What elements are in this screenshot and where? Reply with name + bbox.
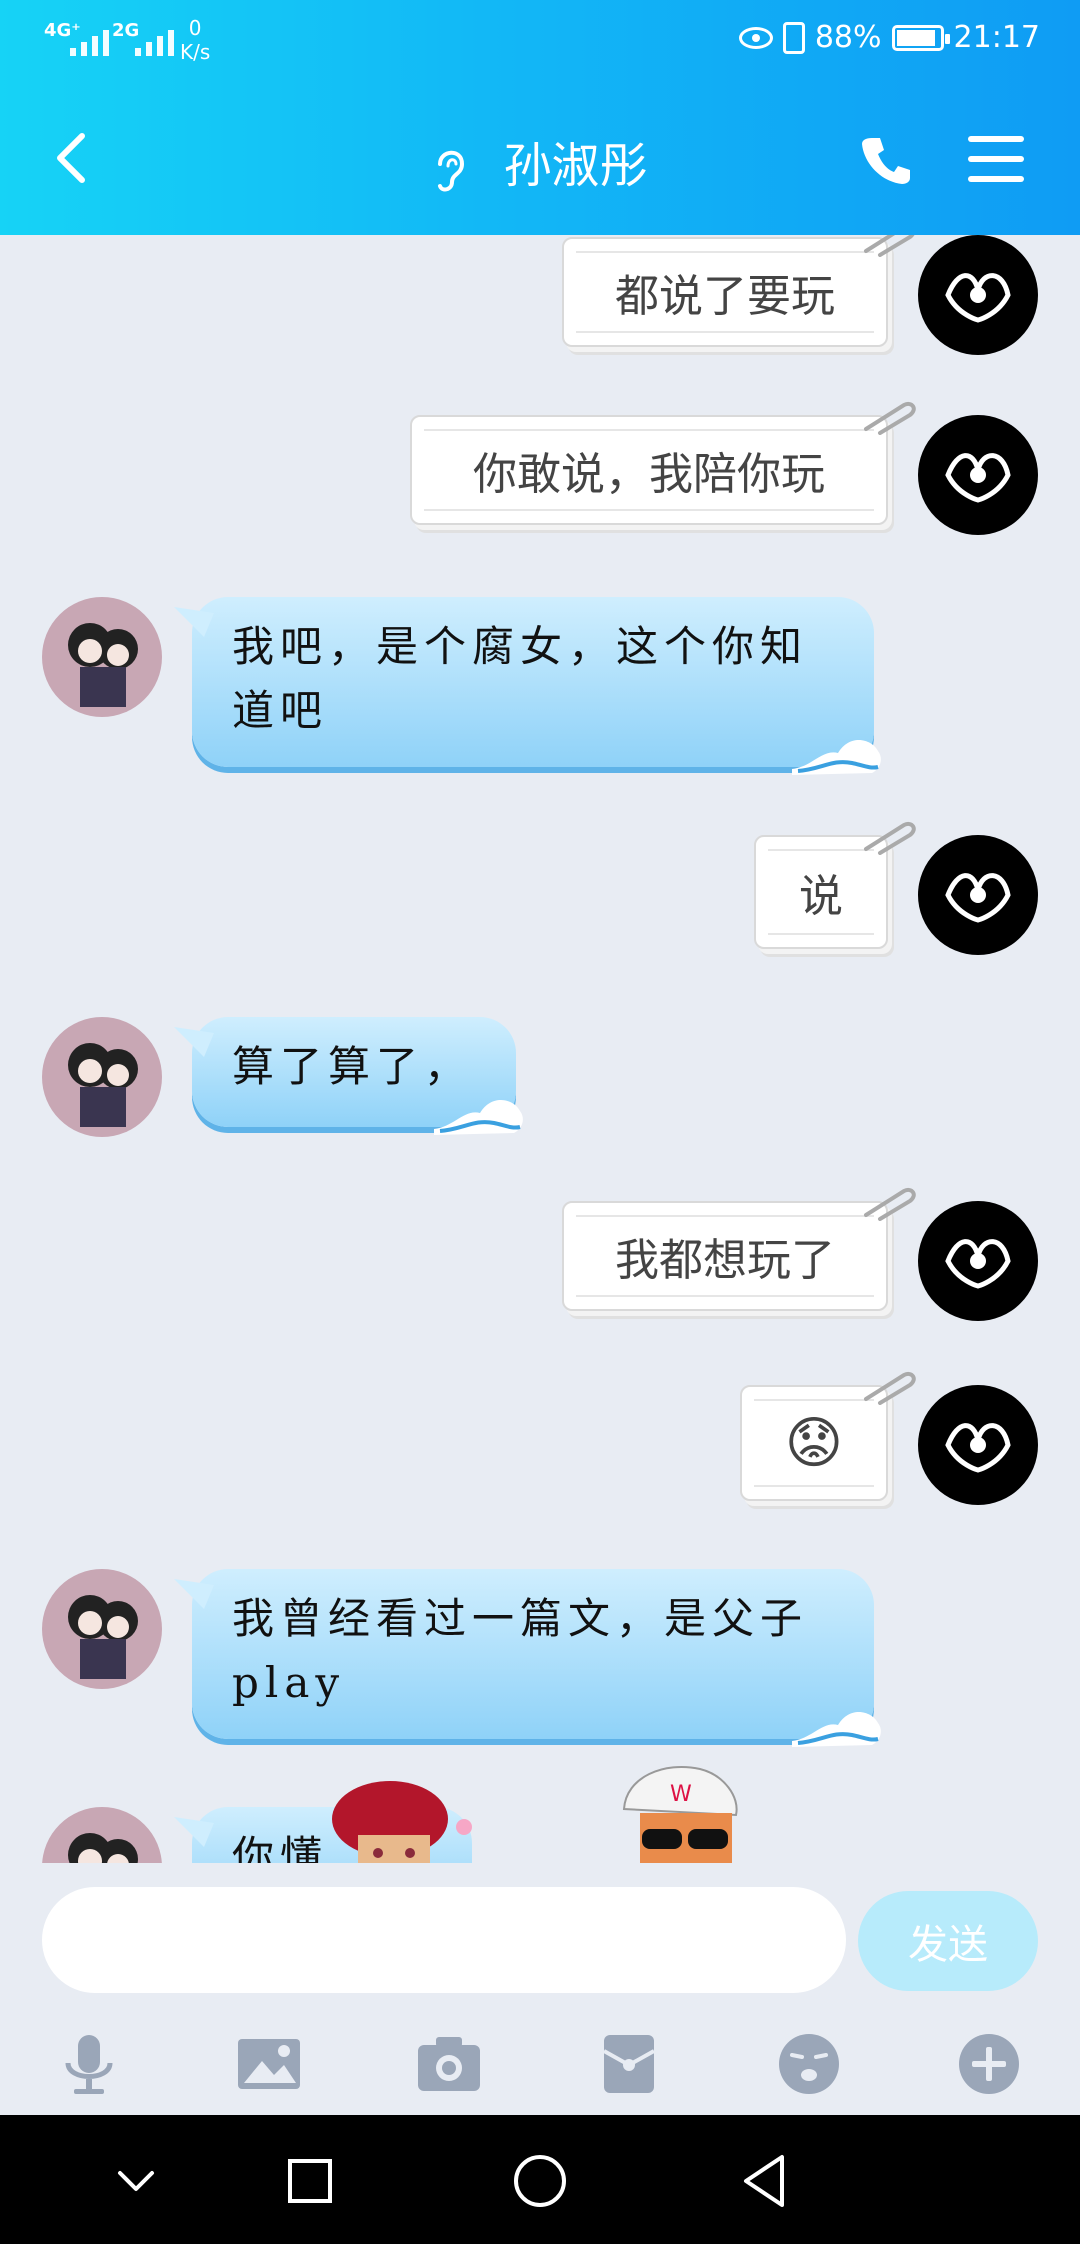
input-toolbar (0, 2013, 1080, 2115)
contact-avatar-art (68, 623, 138, 707)
battery-percent: 88% (814, 20, 882, 55)
my-avatar-art (945, 1239, 1011, 1289)
paperclip-icon (864, 822, 916, 855)
top-header: 4G⁺ 2G 0 K/s 88% 21:17 孙淑彤 (0, 0, 1080, 235)
boy-sticker: W (622, 1765, 738, 1863)
red-packet-icon[interactable] (594, 2029, 664, 2099)
paperclip-icon (864, 235, 915, 257)
ear-icon (438, 150, 465, 192)
bubble-tail (174, 1817, 214, 1847)
contact-avatar-art (68, 1833, 138, 1863)
my-avatar-art (945, 873, 1011, 923)
network-speed: 0 K/s (180, 16, 211, 64)
contact-name: 孙淑彤 (503, 138, 648, 194)
my-emoji-bubble[interactable]: 😟 (740, 1372, 916, 1501)
system-nav-bar (0, 2115, 1080, 2244)
camera-icon[interactable] (414, 2029, 484, 2099)
plus-icon[interactable] (954, 2029, 1024, 2099)
girl-sticker (332, 1781, 472, 1863)
contact-avatar-art (68, 1043, 138, 1127)
back-triangle-icon[interactable] (736, 2149, 800, 2213)
menu-icon[interactable] (968, 134, 1024, 184)
my-avatar[interactable] (918, 415, 1038, 535)
paperclip-icon (864, 1188, 916, 1221)
wave-decoration-icon (792, 739, 881, 775)
my-message-bubble[interactable]: 你敢说，我陪你玩 (410, 402, 916, 525)
wave-decoration-icon (792, 1711, 881, 1747)
input-bar: 发送 (0, 1863, 1080, 2013)
confused-face-emoji: 😟 (784, 1410, 844, 1476)
my-avatar[interactable] (918, 235, 1038, 355)
signal-bars-1 (70, 26, 109, 56)
contact-avatar[interactable] (42, 1807, 162, 1863)
send-button[interactable]: 发送 (858, 1891, 1038, 1991)
my-avatar[interactable] (918, 1201, 1038, 1321)
contact-avatar[interactable] (42, 1017, 162, 1137)
my-message-bubble[interactable]: 都说了要玩 (562, 235, 915, 347)
chat-title[interactable]: 孙淑彤 (0, 126, 1080, 196)
contact-avatar-art (68, 1595, 138, 1679)
signal-bars-2 (135, 26, 174, 56)
vibrate-icon (782, 21, 805, 54)
my-avatar-art (945, 1423, 1011, 1473)
my-message-bubble[interactable]: 我都想玩了 (562, 1188, 916, 1311)
nav-bar: 孙淑彤 (0, 86, 1080, 235)
recent-apps-icon[interactable] (278, 2149, 342, 2213)
contact-message-bubble[interactable]: 算了算了， (174, 1017, 523, 1135)
clock: 21:17 (953, 20, 1040, 55)
bubble-tail (174, 607, 214, 637)
mic-icon[interactable] (54, 2029, 124, 2099)
chat-area[interactable]: 都说了要玩 你敢说，我陪你玩 我吧，是个腐女，这个你知道吧 说 算了算了， 我都 (0, 235, 1080, 1863)
my-avatar-art (945, 453, 1011, 503)
status-right: 88% 21:17 (738, 20, 1040, 55)
message-input[interactable] (42, 1887, 846, 1993)
cap-logo: W (670, 1782, 692, 1807)
battery-icon (891, 24, 950, 51)
my-avatar[interactable] (918, 1385, 1038, 1505)
contact-avatar[interactable] (42, 1569, 162, 1689)
wave-decoration-icon (434, 1099, 523, 1135)
phone-call-icon[interactable] (858, 132, 914, 188)
chevron-down-icon[interactable] (104, 2149, 168, 2213)
home-icon[interactable] (508, 2149, 572, 2213)
eye-comfort-icon (738, 26, 773, 49)
my-avatar-art (945, 273, 1011, 323)
my-message-bubble[interactable]: 说 (754, 822, 916, 949)
image-icon[interactable] (234, 2029, 304, 2099)
contact-message-bubble[interactable]: 我曾经看过一篇文，是父子play (174, 1569, 881, 1747)
contact-message-bubble[interactable]: 我吧，是个腐女，这个你知道吧 (174, 597, 881, 775)
bubble-tail (174, 1027, 214, 1057)
paperclip-icon (864, 402, 916, 435)
contact-avatar[interactable] (42, 597, 162, 717)
bubble-tail (174, 1579, 214, 1609)
emoji-icon[interactable] (774, 2029, 844, 2099)
status-bar: 4G⁺ 2G 0 K/s 88% 21:17 (0, 0, 1080, 86)
my-avatar[interactable] (918, 835, 1038, 955)
paperclip-icon (864, 1372, 916, 1405)
